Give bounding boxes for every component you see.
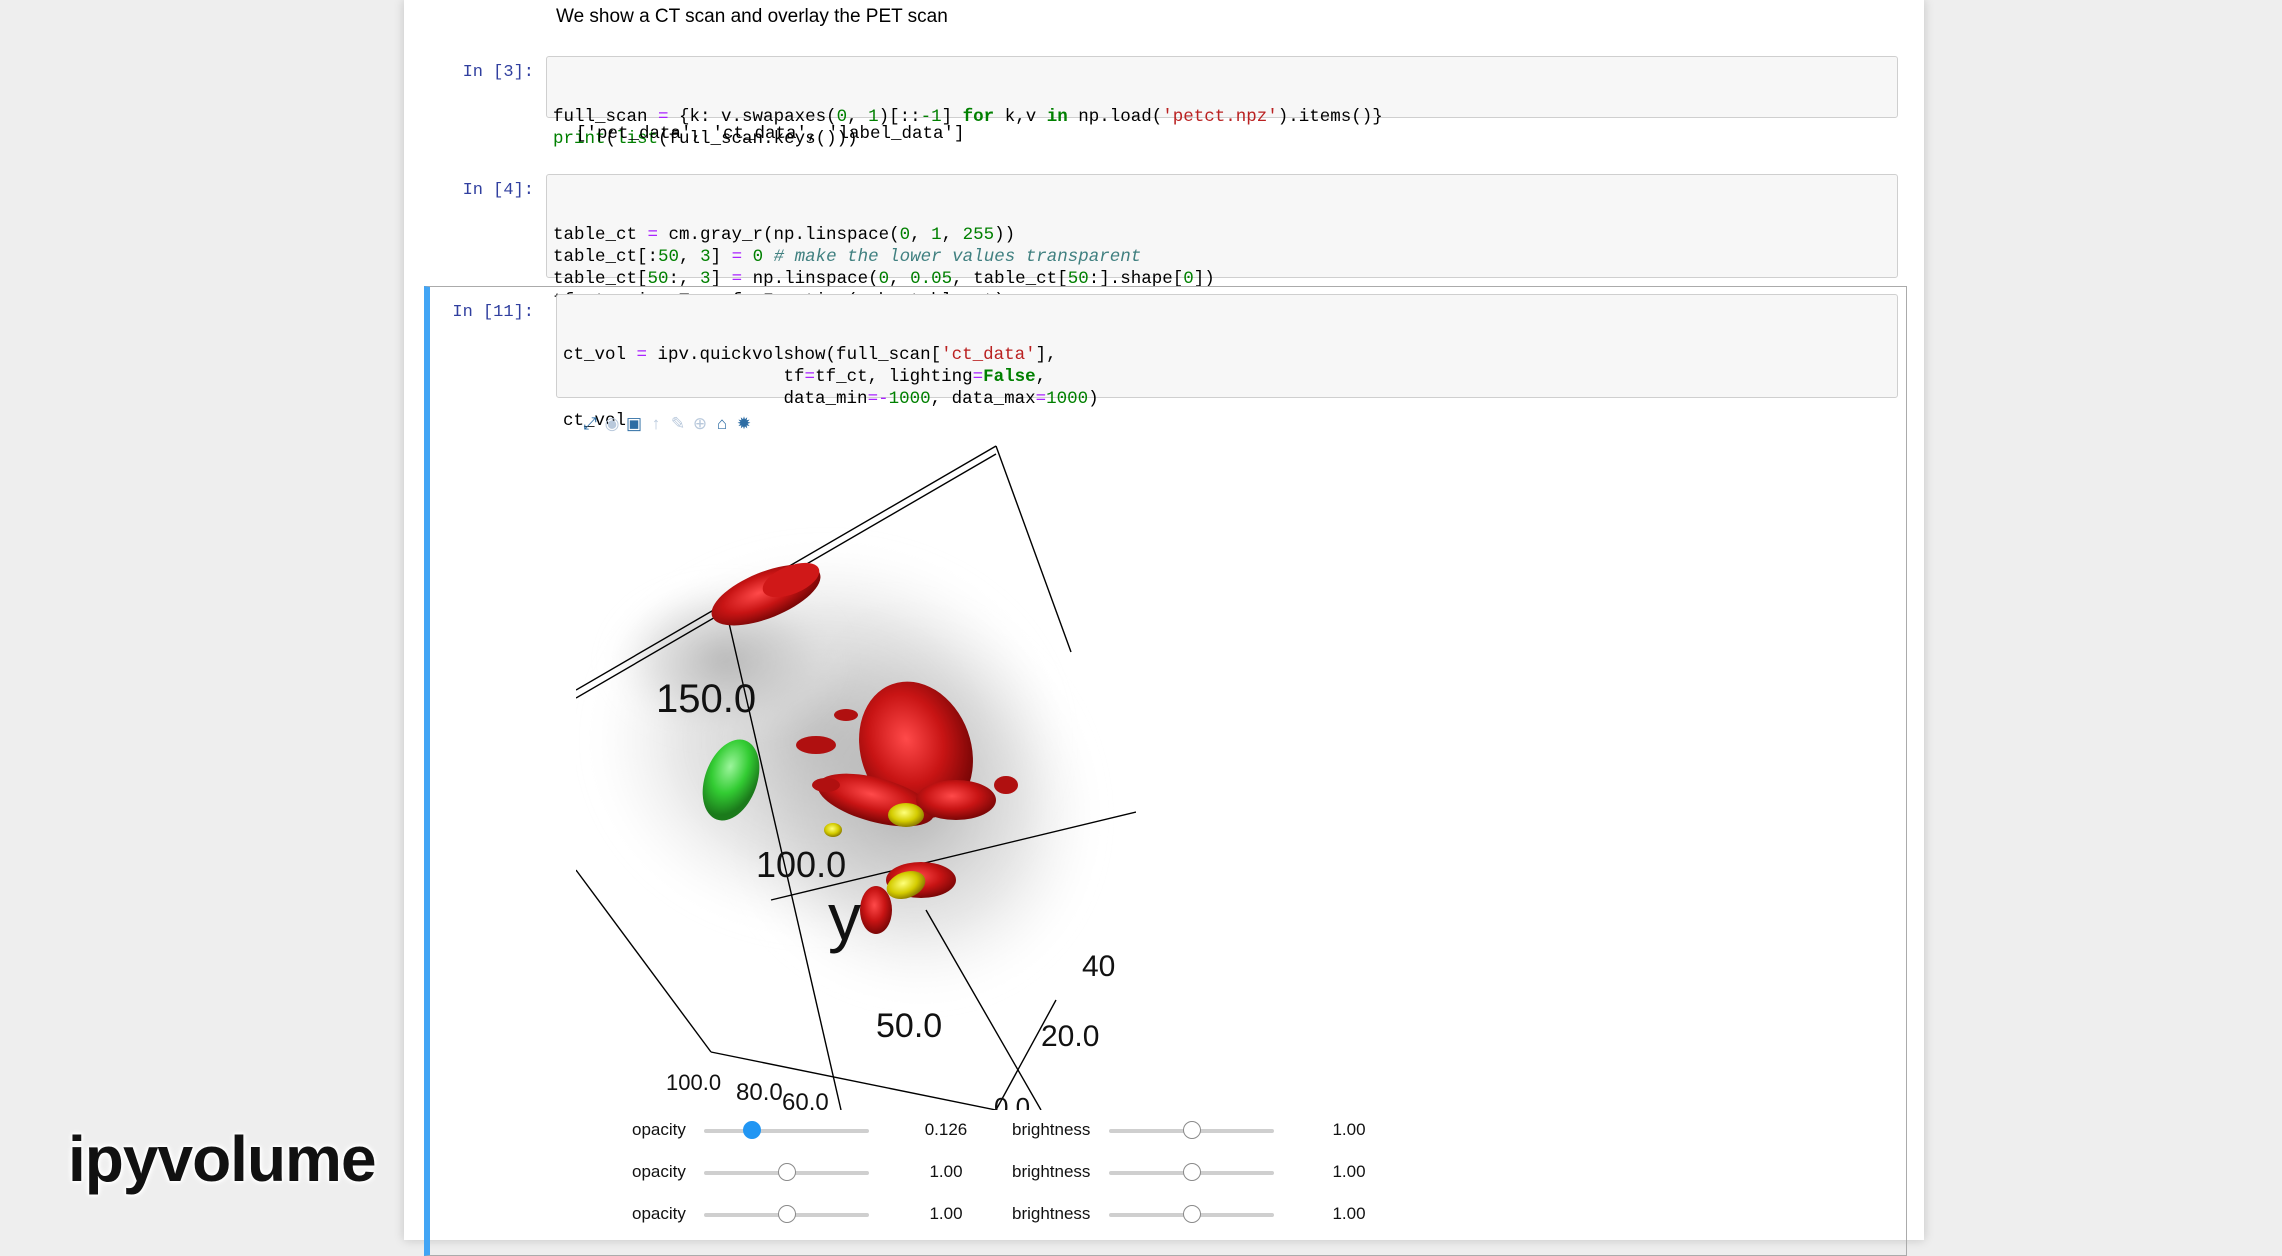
zoom-icon[interactable]: ⊕	[690, 414, 710, 434]
opacity-slider[interactable]	[704, 1200, 869, 1230]
tick-40: 40	[1082, 950, 1115, 983]
volume-render-view[interactable]: 150.0 100.0 y 50.0 40 20.0 100.0 80.0 60…	[576, 440, 1136, 1110]
brightness-value: 1.00	[1332, 1162, 1366, 1181]
cell-4-prompt: In [4]:	[462, 181, 534, 200]
fullscreen-icon[interactable]: ⤢	[580, 414, 600, 434]
brightness-slider[interactable]	[1109, 1200, 1274, 1230]
arrow-up-icon[interactable]: ↑	[646, 414, 666, 434]
eye-icon[interactable]: ◉	[602, 414, 622, 434]
opacity-value: 0.126	[924, 1120, 968, 1139]
tick-0: 0.0	[994, 1092, 1030, 1110]
slider-handle[interactable]	[742, 1121, 761, 1139]
gear-icon[interactable]: ✹	[734, 414, 754, 434]
opacity-slider[interactable]	[704, 1116, 869, 1146]
control-row: opacity 1.00 brightness 1.00	[624, 1200, 1624, 1230]
slider-handle[interactable]	[777, 1205, 796, 1223]
code-line: table_ct = cm.gray_r(np.linspace(0, 1, 2…	[553, 225, 1016, 245]
y-tick-150: 150.0	[656, 677, 756, 721]
y-axis-label: y	[828, 880, 861, 954]
control-row: opacity 0.126 brightness 1.00	[624, 1116, 1624, 1146]
brightness-slider[interactable]	[1109, 1116, 1274, 1146]
control-row: opacity 1.00 brightness 1.00	[624, 1158, 1624, 1188]
slider-handle[interactable]	[1182, 1121, 1201, 1139]
code-line: ct_vol	[563, 411, 627, 431]
tick-bottom-60: 60.0	[782, 1089, 829, 1110]
brightness-value: 1.00	[1332, 1204, 1366, 1223]
brightness-label: brightness	[1012, 1162, 1091, 1181]
cell-3-code-input[interactable]: full_scan = {k: v.swapaxes(0, 1)[::-1] f…	[546, 56, 1898, 149]
tick-50: 50.0	[876, 1007, 942, 1045]
tick-bottom-80: 80.0	[736, 1079, 783, 1106]
brightness-value: 1.00	[1332, 1120, 1366, 1139]
cell-3-prompt: In [3]:	[462, 63, 534, 82]
image-icon[interactable]: ▣	[624, 414, 644, 434]
brightness-label: brightness	[1012, 1204, 1091, 1223]
opacity-value: 1.00	[929, 1162, 963, 1181]
slider-track	[704, 1129, 869, 1133]
tick-20: 20.0	[1041, 1020, 1099, 1053]
brightness-slider[interactable]	[1109, 1158, 1274, 1188]
edit-icon[interactable]: ✎	[668, 414, 688, 434]
markdown-cell-text: We show a CT scan and overlay the PET sc…	[556, 6, 948, 27]
tick-bottom-100: 100.0	[666, 1070, 721, 1095]
notebook-page: We show a CT scan and overlay the PET sc…	[404, 0, 1924, 1256]
brightness-label: brightness	[1012, 1120, 1091, 1139]
cell-11-prompt: In [11]:	[452, 303, 534, 322]
code-lines: ct_vol = ipv.quickvolshow(full_scan['ct_…	[563, 344, 1891, 432]
cell-4-code-input[interactable]: table_ct = cm.gray_r(np.linspace(0, 1, 2…	[546, 174, 1898, 311]
home-icon[interactable]: ⌂	[712, 414, 732, 434]
code-line: ct_vol = ipv.quickvolshow(full_scan['ct_…	[563, 345, 1057, 365]
opacity-slider[interactable]	[704, 1158, 869, 1188]
ipyvolume-brand-label: ipyvolume	[68, 1123, 377, 1195]
slider-handle[interactable]	[1182, 1163, 1201, 1181]
code-line: data_min=-1000, data_max=1000)	[563, 389, 1099, 409]
cell-11-code-input[interactable]: ct_vol = ipv.quickvolshow(full_scan['ct_…	[556, 294, 1898, 431]
opacity-value: 1.00	[929, 1204, 963, 1223]
code-line: table_ct[:50, 3] = 0 # make the lower va…	[553, 247, 1142, 267]
code-line: tf=tf_ct, lighting=False,	[563, 367, 1047, 387]
opacity-label: opacity	[632, 1120, 686, 1139]
opacity-label: opacity	[632, 1162, 686, 1181]
opacity-label: opacity	[632, 1204, 686, 1223]
cell-3-output: ['pet_data', 'ct_data', 'label_data']	[576, 124, 965, 144]
slider-handle[interactable]	[777, 1163, 796, 1181]
slider-handle[interactable]	[1182, 1205, 1201, 1223]
y-tick-100: 100.0	[756, 844, 846, 885]
